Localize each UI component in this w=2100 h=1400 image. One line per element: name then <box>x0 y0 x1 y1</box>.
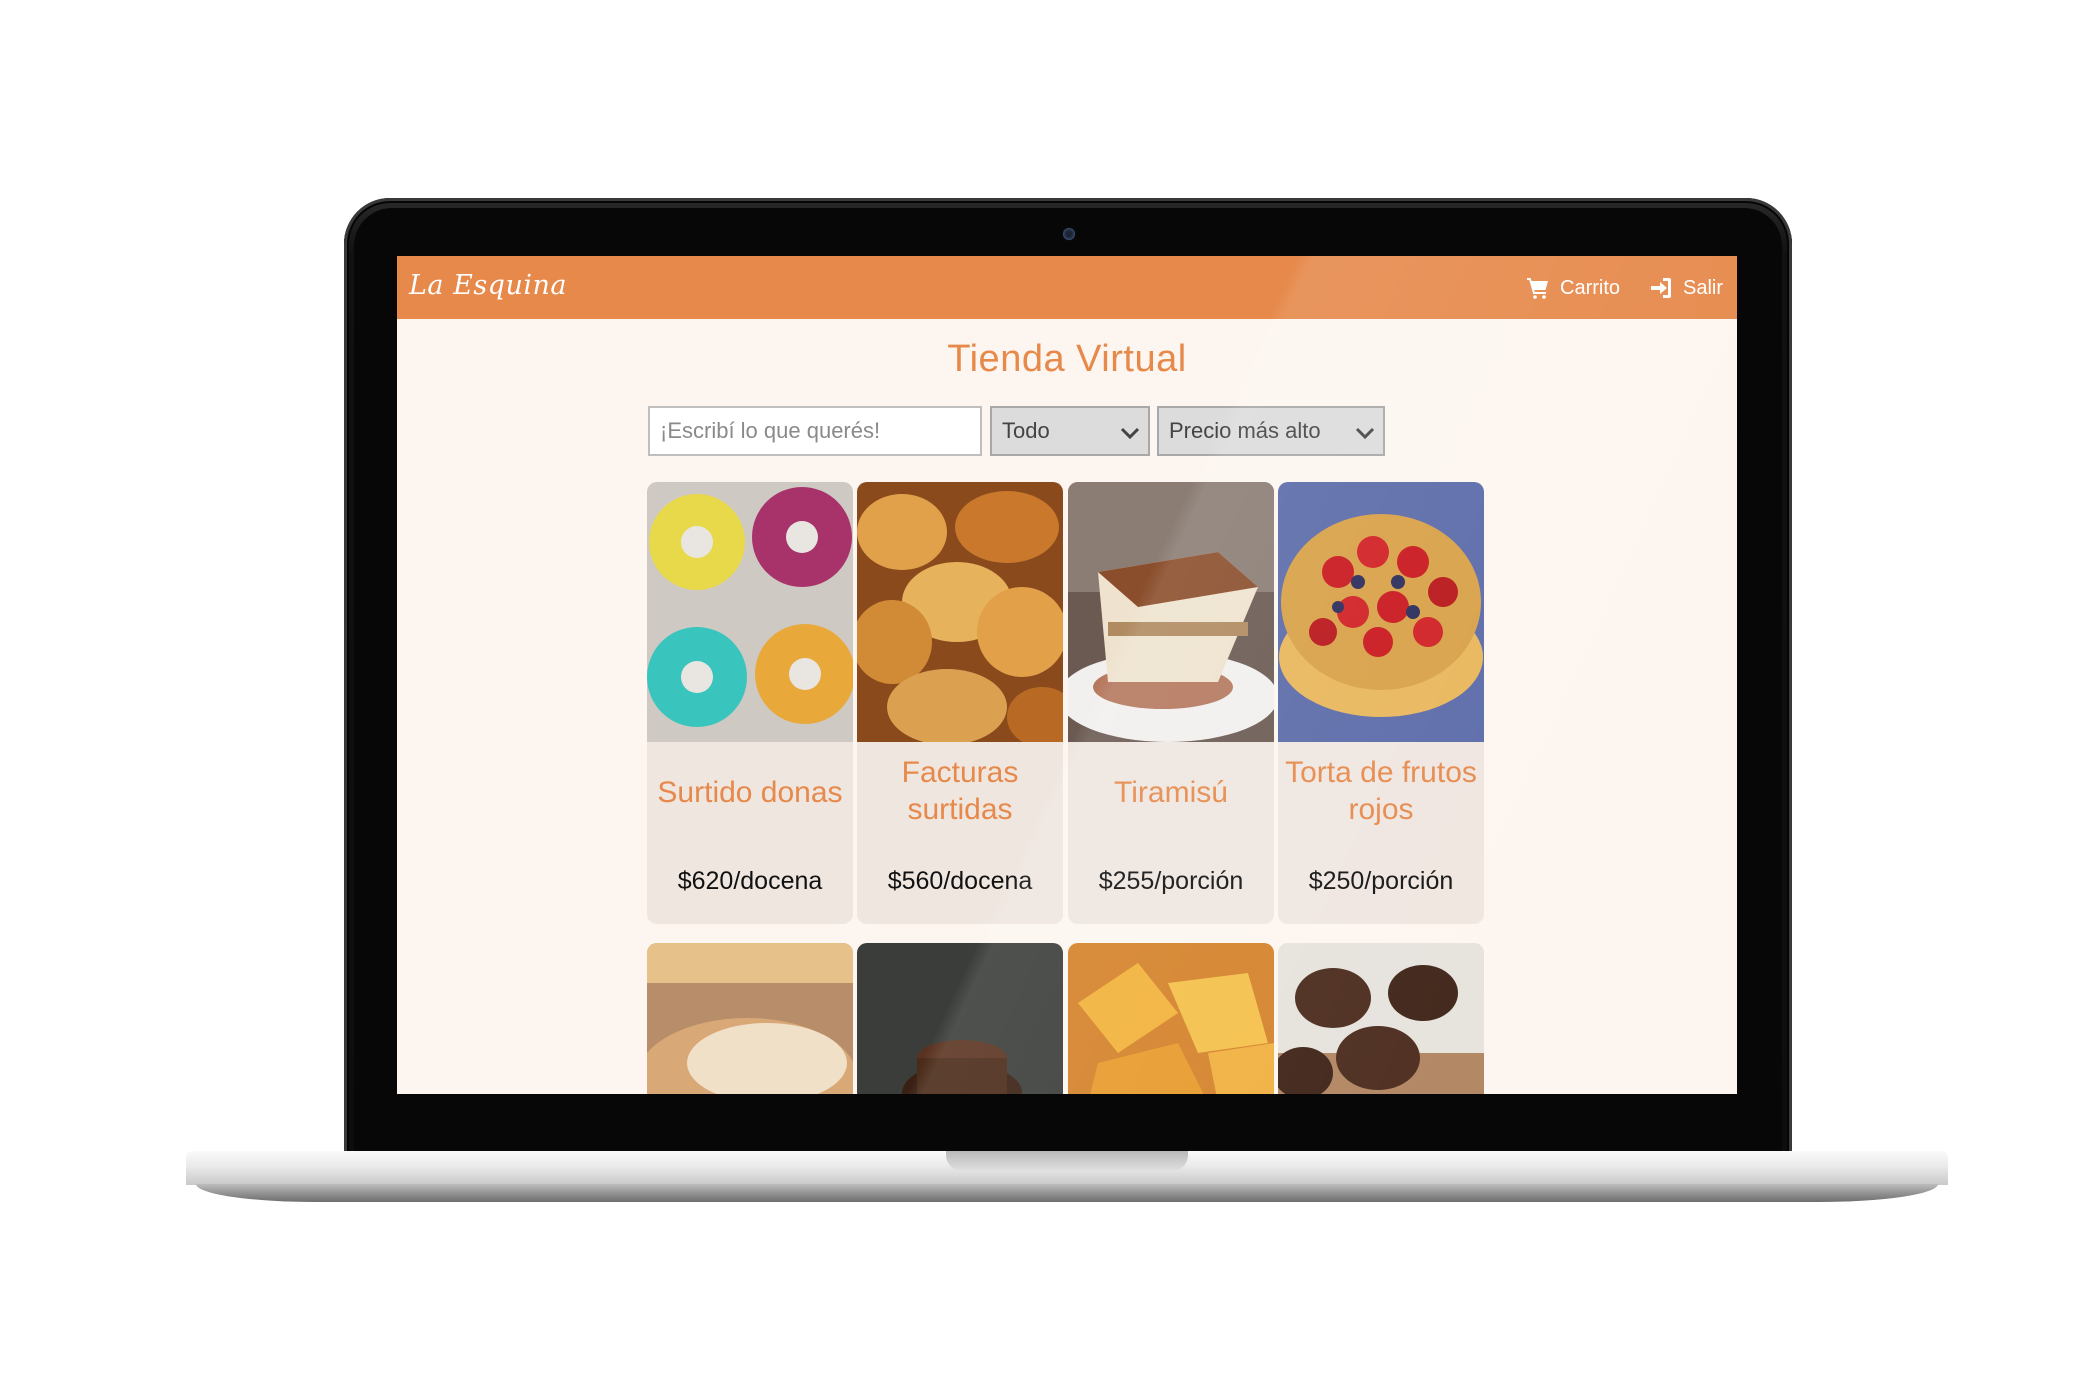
product-name: Tiramisú <box>1114 776 1228 809</box>
chevron-down-icon <box>1355 427 1375 440</box>
product-image-chocolate-cake <box>857 943 1063 1094</box>
product-name: Torta de frutos rojos <box>1285 756 1477 826</box>
chevron-down-icon <box>1120 427 1140 440</box>
product-image-tiramisu <box>1068 482 1274 742</box>
product-card[interactable]: Facturas surtidas $560/docena <box>857 482 1063 924</box>
sign-out-icon <box>1651 278 1671 298</box>
page-title: Tienda Virtual <box>947 338 1187 380</box>
category-select[interactable]: Todo <box>990 406 1150 456</box>
sort-select-value: Precio más alto <box>1169 418 1321 443</box>
exit-link[interactable]: Salir <box>1649 274 1723 302</box>
laptop-mockup: La Esquina Carrito Salir Tienda Virtual … <box>0 0 2100 1400</box>
product-image-pastries <box>857 482 1063 742</box>
product-price: $255/porción <box>1098 867 1244 895</box>
cart-link[interactable]: Carrito <box>1526 274 1620 302</box>
product-card[interactable] <box>857 943 1063 1094</box>
product-image-lemon-pie <box>647 943 853 1094</box>
sort-select[interactable]: Precio más alto <box>1157 406 1385 456</box>
product-card[interactable]: Tiramisú $255/porción <box>1068 482 1274 924</box>
product-card[interactable]: Torta de frutos rojos $250/porción <box>1278 482 1484 924</box>
laptop-notch <box>946 1151 1188 1171</box>
category-select-value: Todo <box>1002 418 1050 443</box>
search-input[interactable] <box>648 406 982 456</box>
laptop-base-edge <box>196 1184 1938 1202</box>
product-image-fried-pastries <box>1068 943 1274 1094</box>
exit-label: Salir <box>1683 276 1724 299</box>
product-card[interactable] <box>1278 943 1484 1094</box>
product-image-donuts <box>647 482 853 742</box>
product-price: $250/porción <box>1308 867 1454 895</box>
navbar: La Esquina Carrito Salir <box>397 256 1737 319</box>
product-image-berry-tart <box>1278 482 1484 742</box>
product-card[interactable]: Surtido donas $620/docena <box>647 482 853 924</box>
product-name: Surtido donas <box>657 776 843 809</box>
product-card[interactable] <box>647 943 853 1094</box>
product-name: Facturas surtidas <box>901 756 1019 826</box>
laptop-screen: La Esquina Carrito Salir Tienda Virtual … <box>397 256 1737 1094</box>
webcam-icon <box>1063 228 1075 240</box>
cart-label: Carrito <box>1560 276 1621 299</box>
product-price: $620/docena <box>677 867 823 895</box>
product-card[interactable] <box>1068 943 1274 1094</box>
product-image-chocolate-muffins <box>1278 943 1484 1094</box>
screen-glare <box>397 256 1737 1094</box>
product-price: $560/docena <box>887 867 1033 895</box>
brand-logo[interactable]: La Esquina <box>409 270 567 301</box>
cart-icon <box>1527 278 1548 299</box>
